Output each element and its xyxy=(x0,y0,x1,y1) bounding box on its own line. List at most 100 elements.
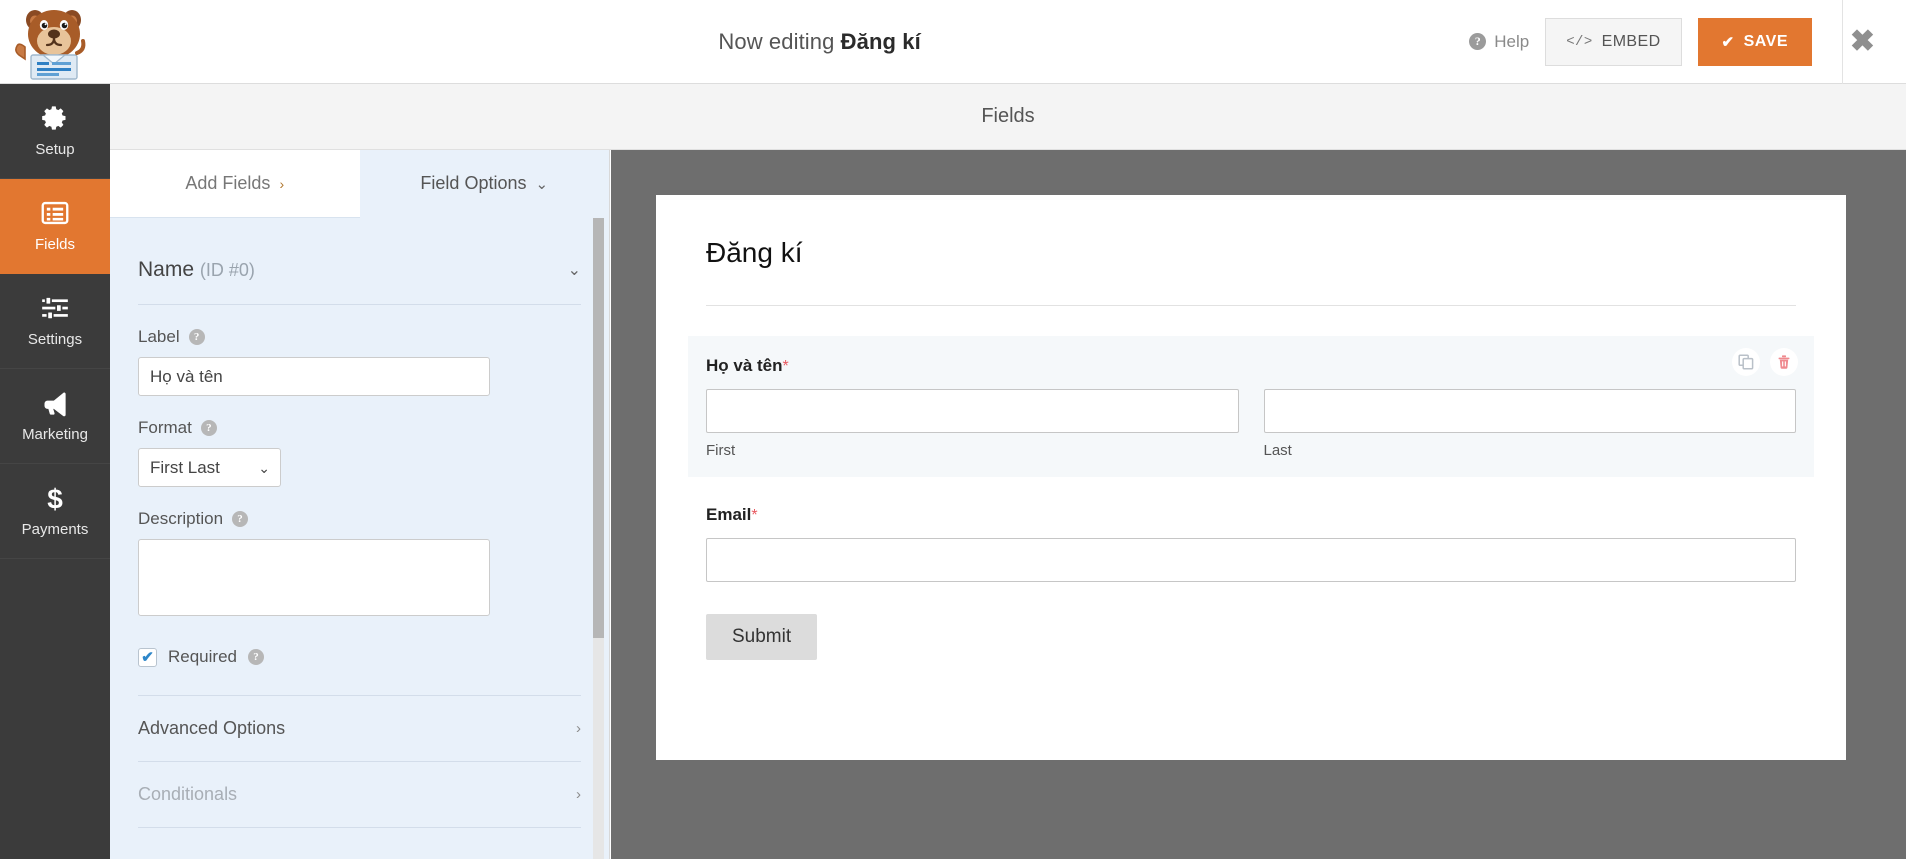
dollar-icon: $ xyxy=(47,484,63,512)
format-title: Format xyxy=(138,418,192,437)
field-title-text: Name xyxy=(138,258,195,281)
last-name-input[interactable] xyxy=(1263,389,1796,433)
top-header: Now editing Đăng kí ? Help </> EMBED ✔ S… xyxy=(0,0,1906,84)
label-title: Label xyxy=(138,327,180,346)
close-icon[interactable]: ✖ xyxy=(1842,0,1882,84)
field-options-panel: Add Fields › Field Options ⌄ Name (ID #0… xyxy=(110,150,610,859)
megaphone-icon xyxy=(44,392,66,417)
gear-icon xyxy=(42,106,66,130)
form-builder-app: Now editing Đăng kí ? Help </> EMBED ✔ S… xyxy=(0,0,1906,859)
form-name: Đăng kí xyxy=(840,28,921,54)
embed-label: EMBED xyxy=(1601,32,1661,50)
accordion-advanced-options[interactable]: Advanced Options › xyxy=(138,696,581,762)
field-id: (ID #0) xyxy=(199,260,255,280)
chevron-right-icon: › xyxy=(576,720,581,737)
tab-add-fields[interactable]: Add Fields › xyxy=(110,150,360,218)
required-checkbox[interactable]: ✔ xyxy=(138,647,157,667)
required-asterisk: * xyxy=(782,358,789,375)
panel-scrollbar-thumb[interactable] xyxy=(593,218,604,638)
sidebar-item-setup[interactable]: Setup xyxy=(0,84,110,179)
embed-button[interactable]: </> EMBED xyxy=(1545,17,1682,66)
delete-field-button[interactable] xyxy=(1770,348,1798,376)
name-inputs-row: First Last xyxy=(706,389,1796,459)
save-button[interactable]: ✔ SAVE xyxy=(1697,17,1812,66)
left-sidebar: Setup Fields Settings Marketing $ Paymen… xyxy=(0,84,110,859)
field-label-name: Họ và tên* xyxy=(706,356,1796,376)
duplicate-icon xyxy=(1738,354,1754,370)
preview-form-title: Đăng kí xyxy=(706,237,803,268)
trash-icon xyxy=(1778,355,1790,369)
check-icon: ✔ xyxy=(141,649,154,666)
sidebar-item-payments[interactable]: $ Payments xyxy=(0,464,110,559)
sidebar-item-settings[interactable]: Settings xyxy=(0,274,110,369)
label-title-row: Label ? xyxy=(138,327,581,347)
chevron-right-icon: › xyxy=(576,786,581,803)
first-name-input[interactable] xyxy=(706,389,1239,433)
section-header: Fields xyxy=(110,84,1906,150)
submit-button[interactable]: Submit xyxy=(706,614,818,660)
help-hint-icon[interactable]: ? xyxy=(232,511,249,527)
field-actions xyxy=(1732,348,1798,376)
panel-body: Name (ID #0) ⌄ Label ? Format ? xyxy=(110,218,609,828)
first-name-column: First xyxy=(706,389,1239,459)
sidebar-item-marketing[interactable]: Marketing xyxy=(0,369,110,464)
description-title-row: Description ? xyxy=(138,509,581,529)
field-label-text: Email xyxy=(706,505,752,524)
accordion-label: Conditionals xyxy=(138,784,238,804)
svg-text:$: $ xyxy=(47,484,63,512)
accordion-label: Advanced Options xyxy=(138,718,286,738)
chevron-right-icon: › xyxy=(279,175,285,192)
code-brackets-icon: </> xyxy=(1566,33,1593,50)
tab-field-options[interactable]: Field Options ⌄ xyxy=(359,150,609,218)
label-input[interactable] xyxy=(138,357,490,396)
help-hint-icon[interactable]: ? xyxy=(188,329,205,345)
sidebar-item-label: Payments xyxy=(21,521,89,538)
section-title: Fields xyxy=(981,105,1035,127)
required-asterisk: * xyxy=(751,507,758,524)
option-label: Label ? xyxy=(138,305,581,396)
help-label: Help xyxy=(1494,31,1530,51)
save-label: SAVE xyxy=(1743,32,1788,50)
panel-scrollbar[interactable] xyxy=(593,218,604,859)
last-name-sublabel: Last xyxy=(1263,442,1292,459)
collapse-field-icon[interactable]: ⌄ xyxy=(568,260,581,280)
sidebar-item-label: Setup xyxy=(35,141,75,158)
tab-field-options-label: Field Options xyxy=(420,173,527,193)
first-name-sublabel: First xyxy=(706,442,736,459)
editing-prefix: Now editing xyxy=(718,28,841,54)
chevron-down-icon: ⌄ xyxy=(535,175,549,193)
tab-add-fields-label: Add Fields xyxy=(185,173,271,193)
sidebar-item-label: Marketing xyxy=(22,426,88,443)
form-title-divider xyxy=(706,305,1796,306)
duplicate-field-button[interactable] xyxy=(1732,348,1760,376)
sidebar-item-label: Fields xyxy=(34,236,75,253)
format-title-row: Format ? xyxy=(138,418,581,438)
wpforms-logo xyxy=(0,0,110,84)
list-icon xyxy=(41,201,69,225)
help-hint-icon[interactable]: ? xyxy=(200,420,217,436)
help-button[interactable]: ? Help xyxy=(1469,32,1529,52)
format-select[interactable] xyxy=(138,448,281,487)
option-format: Format ? ⌄ xyxy=(138,396,581,487)
form-preview-area: Đăng kí Họ và tên* First Last Email* Sub… xyxy=(611,150,1906,859)
description-title: Description xyxy=(138,509,224,528)
last-name-column: Last xyxy=(1263,389,1796,459)
option-description: Description ? xyxy=(138,487,581,621)
wpforms-bear-logo-icon xyxy=(15,9,86,80)
help-hint-icon[interactable]: ? xyxy=(248,649,264,665)
sidebar-item-label: Settings xyxy=(27,331,83,348)
editing-title: Now editing Đăng kí xyxy=(110,29,1469,55)
sliders-icon xyxy=(42,296,68,320)
sidebar-item-fields[interactable]: Fields xyxy=(0,179,110,274)
form-field-email[interactable]: Email* xyxy=(706,505,1796,582)
description-textarea[interactable] xyxy=(138,539,490,616)
field-label-text: Họ và tên xyxy=(706,356,783,375)
email-input[interactable] xyxy=(706,538,1796,582)
form-inner: Đăng kí Họ và tên* First Last Email* Sub… xyxy=(656,195,1846,660)
required-label: Required xyxy=(168,647,237,666)
field-label-email: Email* xyxy=(706,505,1796,525)
form-field-name[interactable]: Họ và tên* First Last xyxy=(688,336,1814,477)
option-required: ✔ Required ? xyxy=(138,621,581,696)
field-title: Name (ID #0) xyxy=(138,258,255,282)
accordion-conditionals[interactable]: Conditionals › xyxy=(138,762,581,828)
